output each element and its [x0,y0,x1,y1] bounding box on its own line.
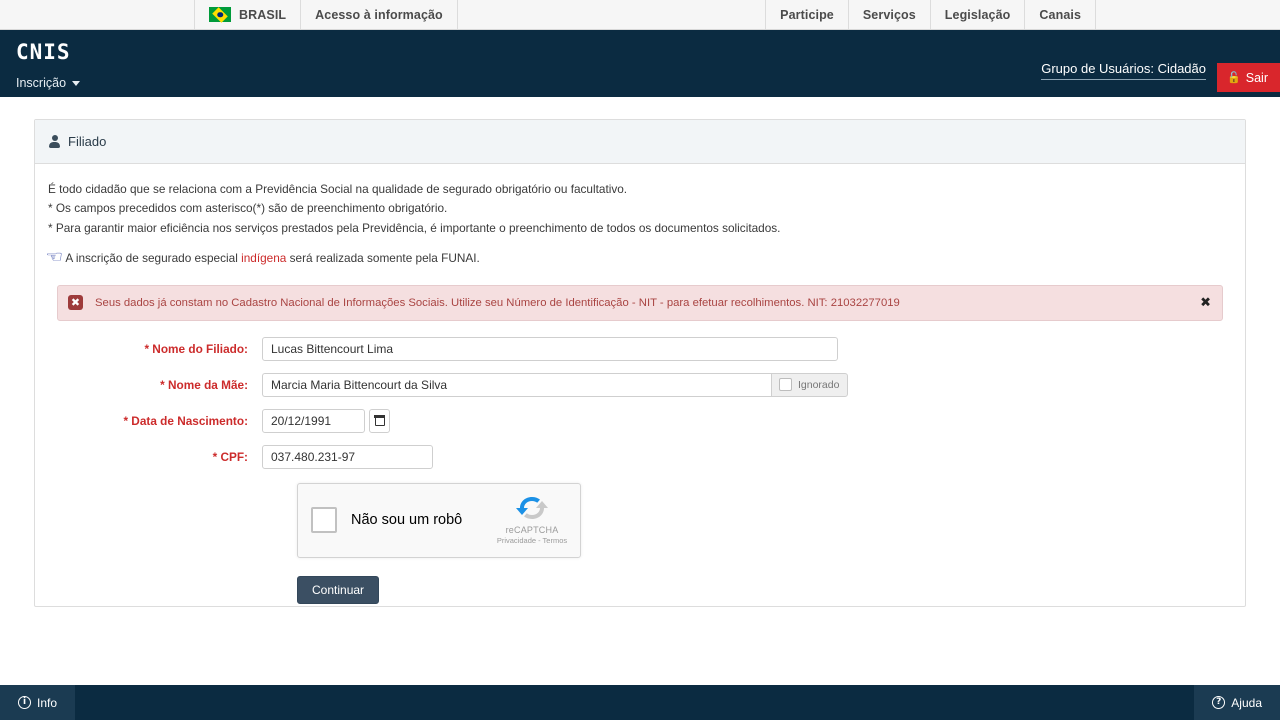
nome-mae-input[interactable] [262,372,771,397]
acesso-informacao-link[interactable]: Acesso à informação [300,0,458,29]
nome-filiado-label: * Nome do Filiado: [144,341,248,356]
govbar-gap [457,0,765,29]
funai-text: A inscrição de segurado especial indígen… [65,251,479,265]
intro-line-2: * Os campos precedidos com asterisco(*) … [48,201,448,216]
recaptcha-widget[interactable]: Não sou um robô reCAPTCHA Privacidade - … [297,482,581,558]
recaptcha-legal-links[interactable]: Privacidade - Termos [495,536,569,545]
cpf-label: * CPF: [212,449,248,464]
error-icon: ✖ [68,295,83,311]
recaptcha-brand-name: reCAPTCHA [505,524,559,535]
recaptcha-branding: reCAPTCHA Privacidade - Termos [495,493,569,545]
alert-close-button[interactable]: ✖ [1200,296,1211,309]
form-row-nome-filiado: * Nome do Filiado: [47,336,1233,361]
info-label: Info [37,695,58,710]
page-content: Filiado É todo cidadão que se relaciona … [0,97,1280,685]
main-navbar: Inscrição [0,69,1280,97]
pointing-hand-icon: ☜ [45,248,64,266]
panel-header: Filiado [35,120,1245,164]
nav-item-inscricao-label: Inscrição [16,76,67,90]
brasil-label: BRASIL [239,7,287,22]
intro-line-1: É todo cidadão que se relaciona com a Pr… [48,182,628,196]
brasil-link[interactable]: BRASIL [194,0,302,29]
panel-body: É todo cidadão que se relaciona com a Pr… [35,164,1245,604]
govbar-link-legislacao[interactable]: Legislação [929,0,1026,29]
user-icon [49,135,60,148]
govbar-spacer [0,0,194,29]
form-row-nome-mae: * Nome da Mãe: Ignorado [47,372,1233,397]
nome-mae-ignorado-addon[interactable]: Ignorado [771,372,849,397]
nome-filiado-input[interactable] [262,336,838,361]
data-nascimento-input[interactable] [262,408,365,433]
filiado-panel: Filiado É todo cidadão que se relaciona … [34,119,1246,607]
app-logo[interactable]: CNIS [16,40,71,64]
error-alert: ✖ Seus dados já constam no Cadastro Naci… [57,284,1223,321]
recaptcha-checkbox[interactable] [311,507,337,534]
nome-mae-label: * Nome da Mãe: [160,377,248,392]
cpf-input[interactable] [262,444,433,469]
info-icon: i [18,696,31,709]
gov-top-bar: BRASIL Acesso à informação Participe Ser… [0,0,1280,30]
govbar-link-servicos[interactable]: Serviços [847,0,931,29]
funai-text-pre: A inscrição de segurado especial [65,250,242,265]
nome-mae-input-group: Ignorado [262,372,849,397]
govbar-link-participe[interactable]: Participe [765,0,849,29]
panel-title: Filiado [68,134,107,149]
ignorado-label: Ignorado [798,378,840,391]
error-alert-message: Seus dados já constam no Cadastro Nacion… [95,296,900,309]
calendar-picker-button[interactable] [369,408,390,433]
calendar-icon [374,415,385,426]
intro-text: É todo cidadão que se relaciona com a Pr… [48,180,1233,237]
funai-notice: ☜ A inscrição de segurado especial indíg… [45,248,1233,266]
ajuda-button[interactable]: ? Ajuda [1194,685,1280,720]
recaptcha-wrapper: Não sou um robô reCAPTCHA Privacidade - … [297,482,1233,558]
govbar-spacer-right [1095,0,1280,29]
brazil-flag-icon [209,7,231,22]
continuar-button[interactable]: Continuar [297,575,380,604]
page-footer: i Info ? Ajuda [0,685,1280,720]
nav-item-inscricao[interactable]: Inscrição [0,69,96,97]
recaptcha-label: Não sou um robô [351,512,463,529]
help-icon: ? [1212,696,1226,709]
app-header: CNIS Grupo de Usuários: Cidadão 🔓 Sair I… [0,30,1280,97]
info-button[interactable]: i Info [0,685,76,720]
recaptcha-logo-icon [515,493,549,523]
ajuda-label: Ajuda [1231,695,1262,710]
govbar-link-canais[interactable]: Canais [1024,0,1096,29]
form-row-cpf: * CPF: [47,444,1233,469]
funai-text-highlight: indígena [241,250,287,265]
ignorado-checkbox[interactable] [779,378,792,392]
chevron-down-icon [72,80,81,86]
intro-line-3: * Para garantir maior eficiência nos ser… [48,220,781,235]
data-nascimento-label: * Data de Nascimento: [123,413,248,428]
filiado-form: * Nome do Filiado: * Nome da Mãe: Ignora… [47,336,1233,604]
form-row-data-nascimento: * Data de Nascimento: [47,408,1233,433]
funai-text-post: será realizada somente pela FUNAI. [286,250,480,265]
